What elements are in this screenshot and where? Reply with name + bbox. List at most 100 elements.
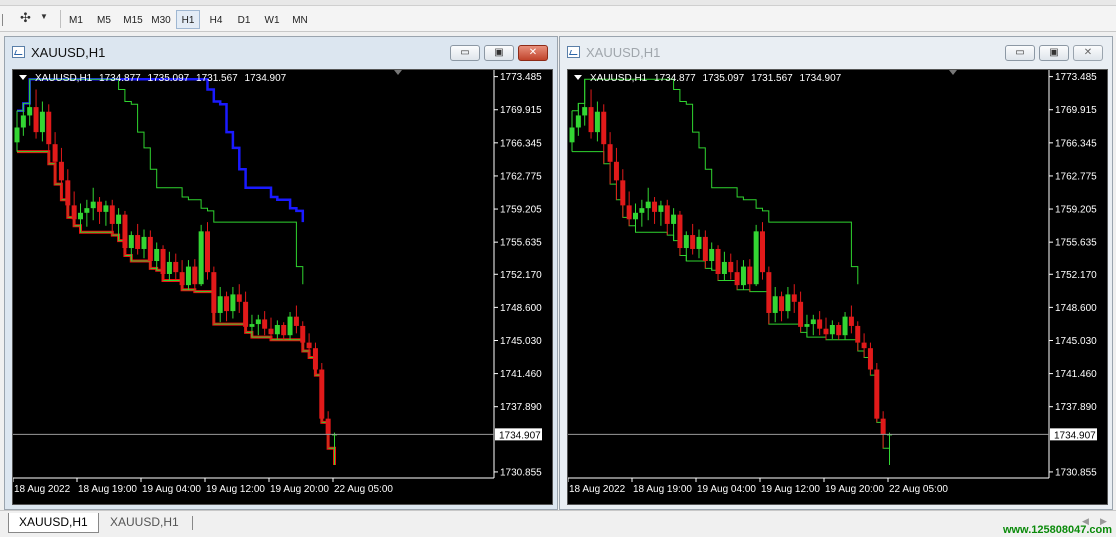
candle-body (249, 324, 255, 327)
candle-body (791, 294, 797, 302)
candle-body (122, 214, 128, 249)
y-tick-label: 1745.030 (500, 336, 542, 347)
toolbar-separator (60, 10, 61, 28)
y-tick-label: 1755.635 (1055, 238, 1097, 249)
blue-indicator-line (17, 78, 305, 223)
candle-body (319, 369, 325, 419)
x-tick-label: 19 Aug 20:00 (825, 484, 884, 495)
candle-body (613, 161, 619, 181)
green-upper-channel (572, 78, 859, 285)
x-tick-label: 18 Aug 2022 (569, 484, 626, 495)
candle-body (810, 319, 816, 325)
timeframe-button-m5[interactable]: M5 (92, 10, 116, 29)
candle-body (217, 296, 223, 313)
candle-body (798, 301, 804, 327)
candle-body (103, 205, 109, 212)
info-open: 1734.877 (99, 73, 141, 84)
info-low: 1731.567 (751, 73, 793, 84)
candle-body (14, 127, 20, 143)
candle-body (753, 231, 759, 285)
timeframe-button-h4[interactable]: H4 (204, 10, 228, 29)
toolbar-grip[interactable] (2, 14, 5, 26)
candle-body (639, 208, 645, 213)
y-tick-label: 1752.170 (1055, 270, 1097, 281)
candle-body (620, 180, 626, 206)
caret-down-icon[interactable] (574, 75, 582, 81)
candle-body (588, 107, 594, 133)
candle-body (874, 369, 880, 419)
y-tick-label: 1737.890 (500, 402, 542, 413)
y-tick-label: 1741.460 (500, 369, 542, 380)
candle-body (575, 115, 581, 128)
y-tick-label: 1769.915 (500, 105, 542, 116)
timeframe-button-mn[interactable]: MN (288, 10, 312, 29)
candle-body (293, 316, 299, 326)
candle-body (728, 261, 734, 273)
price-chart[interactable]: 1773.485 1769.915 1766.345 1762.775 1759.205… (568, 70, 1108, 505)
timeframe-button-w1[interactable]: W1 (260, 10, 284, 29)
y-tick-label: 1730.855 (1055, 467, 1097, 478)
candle-body (300, 325, 306, 343)
chart-icon (567, 46, 580, 58)
maximize-button[interactable]: ▣ (1039, 45, 1069, 61)
candle-body (652, 201, 658, 212)
terminal-window: ✣ ▼ M1 M5 M15 M30 H1 H4 D1 W1 MN XAUUSD,H1 ▭ ▣ ✕… (0, 0, 1116, 537)
candle-body (166, 261, 172, 274)
chart-window-1[interactable]: XAUUSD,H1 ▭ ▣ ✕ 1773.485 1769.915 1766.345… (4, 36, 558, 510)
green-lower-channel (572, 151, 890, 465)
watermark: www.125808047.com (1002, 524, 1112, 536)
y-tick-label: 1759.205 (500, 205, 542, 216)
x-tick-label: 22 Aug 05:00 (889, 484, 948, 495)
price-chart[interactable]: 1773.485 1769.915 1766.345 1762.775 1759.205… (13, 70, 553, 505)
info-symbol: XAUUSD,H1 (35, 73, 93, 84)
candle-body (287, 316, 293, 336)
y-tick-label: 1745.030 (1055, 336, 1097, 347)
timeframe-button-h1[interactable]: H1 (176, 10, 200, 29)
y-tick-label: 1766.345 (500, 138, 542, 149)
info-close: 1734.907 (244, 73, 287, 84)
candle-body (109, 205, 115, 224)
maximize-button[interactable]: ▣ (484, 45, 514, 61)
chart-tab-2[interactable]: XAUUSD,H1 (100, 513, 189, 533)
chart-window-titlebar[interactable]: XAUUSD,H1 ▭ ▣ ✕ (5, 37, 557, 67)
y-tick-label: 1752.170 (500, 270, 542, 281)
candle-body (205, 231, 210, 273)
close-button[interactable]: ✕ (1073, 45, 1103, 61)
candle-body (766, 272, 772, 313)
candle-body (880, 418, 886, 435)
crosshair-tool-button[interactable]: ✣ ▼ (20, 10, 52, 28)
candle-body (243, 301, 249, 327)
chart-window-titlebar[interactable]: XAUUSD,H1 ▭ ▣ ✕ (560, 37, 1112, 67)
current-price-label: 1734.907 (499, 430, 541, 441)
candle-body (664, 205, 670, 224)
x-tick-label: 19 Aug 04:00 (697, 484, 756, 495)
minimize-button[interactable]: ▭ (1005, 45, 1035, 61)
minimize-button[interactable]: ▭ (450, 45, 480, 61)
chart-canvas[interactable]: 1773.485 1769.915 1766.345 1762.775 1759.205… (12, 69, 553, 505)
price-info-line: XAUUSD,H1 1734.877 1735.097 1731.567 173… (570, 73, 841, 84)
candle-body (27, 107, 33, 116)
x-tick-label: 19 Aug 20:00 (270, 484, 329, 495)
chevron-down-icon: ▼ (40, 12, 48, 21)
candle-body (817, 319, 823, 329)
close-button[interactable]: ✕ (518, 45, 548, 61)
candle-body (224, 296, 230, 312)
chart-canvas[interactable]: 1773.485 1769.915 1766.345 1762.775 1759.205… (567, 69, 1108, 505)
candle-body (671, 214, 677, 224)
timeframe-button-m1[interactable]: M1 (64, 10, 88, 29)
timeframe-button-m15[interactable]: M15 (120, 10, 146, 29)
timeframe-toolbar: ✣ ▼ M1 M5 M15 M30 H1 H4 D1 W1 MN (0, 6, 1116, 32)
timeframe-button-d1[interactable]: D1 (232, 10, 256, 29)
chart-tab-1[interactable]: XAUUSD,H1 (8, 513, 99, 533)
candle-body (607, 144, 613, 162)
y-tick-label: 1741.460 (1055, 369, 1097, 380)
candle-body (829, 325, 835, 335)
candle-body (179, 272, 185, 286)
candle-body (677, 214, 683, 249)
chart-window-2[interactable]: XAUUSD,H1 ▭ ▣ ✕ 1773.485 1769.915 1766.345… (559, 36, 1113, 510)
caret-down-icon[interactable] (19, 75, 27, 81)
candle-body (173, 261, 179, 273)
timeframe-button-m30[interactable]: M30 (148, 10, 174, 29)
candle-body (78, 212, 83, 220)
candle-body (274, 325, 280, 335)
